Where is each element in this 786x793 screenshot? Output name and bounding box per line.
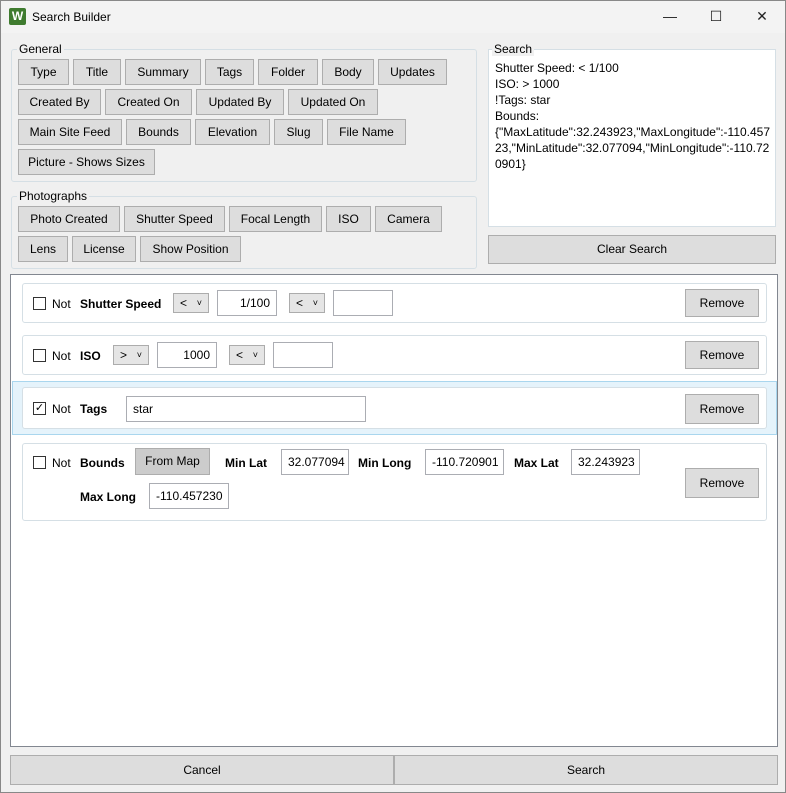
max-lat-label: Max Lat xyxy=(514,456,559,470)
remove-button[interactable]: Remove xyxy=(685,341,759,369)
maximize-button[interactable]: ☐ xyxy=(693,1,739,31)
not-label: Not xyxy=(52,349,71,363)
photographs-group-label: Photographs xyxy=(17,189,90,203)
general-tags-button[interactable]: Tags xyxy=(205,59,254,85)
general-title-button[interactable]: Title xyxy=(73,59,121,85)
search-builder-window: W Search Builder — ☐ ✕ General Type Titl… xyxy=(0,0,786,793)
max-long-input[interactable]: -110.457230 xyxy=(149,483,229,509)
app-icon: W xyxy=(9,8,26,25)
not-label: Not xyxy=(52,456,71,470)
filter-row-bounds: Not Bounds From Map Min Lat 32.077094 Mi… xyxy=(22,443,767,521)
photo-focal-length-button[interactable]: Focal Length xyxy=(229,206,322,232)
not-checkbox[interactable] xyxy=(33,456,46,469)
operator-select-2[interactable]: < ˅ xyxy=(229,345,265,365)
close-icon: ✕ xyxy=(756,7,768,24)
photo-lens-button[interactable]: Lens xyxy=(18,236,68,262)
general-folder-button[interactable]: Folder xyxy=(258,59,318,85)
search-preview-text: Shutter Speed: < 1/100 ISO: > 1000 !Tags… xyxy=(495,60,771,172)
max-lat-input[interactable]: 32.243923 xyxy=(571,449,640,475)
general-created-by-button[interactable]: Created By xyxy=(18,89,101,115)
remove-button[interactable]: Remove xyxy=(685,394,759,424)
not-checkbox[interactable] xyxy=(33,349,46,362)
cancel-button[interactable]: Cancel xyxy=(10,755,394,785)
search-preview: Shutter Speed: < 1/100 ISO: > 1000 !Tags… xyxy=(488,49,776,227)
remove-button[interactable]: Remove xyxy=(685,468,759,498)
minimize-icon: — xyxy=(663,8,677,24)
operator-select-1[interactable]: < ˅ xyxy=(173,293,209,313)
tags-input[interactable]: star xyxy=(126,396,366,422)
value-input-2[interactable] xyxy=(333,290,393,316)
operator-select-2[interactable]: < ˅ xyxy=(289,293,325,313)
min-lat-label: Min Lat xyxy=(225,456,267,470)
from-map-button[interactable]: From Map xyxy=(135,448,210,475)
search-line: Bounds: xyxy=(495,109,540,123)
search-line: !Tags: star xyxy=(495,93,551,107)
general-elevation-button[interactable]: Elevation xyxy=(195,119,270,145)
general-body-button[interactable]: Body xyxy=(322,59,374,85)
min-long-input[interactable]: -110.720901 xyxy=(425,449,504,475)
filter-list: Not Shutter Speed < ˅ 1/100 < ˅ Remove Not… xyxy=(10,274,778,747)
general-type-button[interactable]: Type xyxy=(18,59,69,85)
search-line: {"MaxLatitude":32.243923,"MaxLongitude":… xyxy=(495,125,771,171)
close-button[interactable]: ✕ xyxy=(739,1,785,31)
search-button[interactable]: Search xyxy=(394,755,778,785)
filter-name: ISO xyxy=(80,349,101,363)
not-checkbox[interactable] xyxy=(33,297,46,310)
general-slug-button[interactable]: Slug xyxy=(274,119,323,145)
photo-shutter-speed-button[interactable]: Shutter Speed xyxy=(124,206,225,232)
maximize-icon: ☐ xyxy=(709,7,723,24)
filter-name: Bounds xyxy=(80,456,125,470)
general-main-site-feed-button[interactable]: Main Site Feed xyxy=(18,119,122,145)
general-updated-by-button[interactable]: Updated By xyxy=(196,89,284,115)
checkmark-icon: ✓ xyxy=(34,402,45,414)
photo-iso-button[interactable]: ISO xyxy=(326,206,371,232)
general-updated-on-button[interactable]: Updated On xyxy=(288,89,378,115)
chevron-down-icon: ˅ xyxy=(312,298,318,308)
general-updates-button[interactable]: Updates xyxy=(378,59,447,85)
clear-search-button[interactable]: Clear Search xyxy=(488,235,776,264)
not-label: Not xyxy=(52,402,71,416)
photo-show-position-button[interactable]: Show Position xyxy=(140,236,241,262)
chevron-down-icon: ˅ xyxy=(196,298,202,308)
photo-camera-button[interactable]: Camera xyxy=(375,206,442,232)
title-bar: W Search Builder — ☐ ✕ xyxy=(1,1,785,33)
not-checkbox[interactable]: ✓ xyxy=(33,402,46,415)
value-input-1[interactable]: 1000 xyxy=(157,342,217,368)
general-created-on-button[interactable]: Created On xyxy=(105,89,192,115)
general-bounds-button[interactable]: Bounds xyxy=(126,119,191,145)
photo-license-button[interactable]: License xyxy=(72,236,136,262)
min-long-label: Min Long xyxy=(358,456,412,470)
general-picture-shows-sizes-button[interactable]: Picture - Shows Sizes xyxy=(18,149,155,175)
remove-button[interactable]: Remove xyxy=(685,289,759,317)
filter-row-tags: ✓ Not Tags star Remove xyxy=(22,387,767,429)
window-title: Search Builder xyxy=(32,10,111,24)
filter-row-shutter-speed: Not Shutter Speed < ˅ 1/100 < ˅ Remove xyxy=(22,283,767,323)
filter-row-iso: Not ISO > ˅ 1000 < ˅ Remove xyxy=(22,335,767,375)
min-lat-input[interactable]: 32.077094 xyxy=(281,449,349,475)
search-line: ISO: > 1000 xyxy=(495,77,560,91)
max-long-label: Max Long xyxy=(80,490,136,504)
filter-name: Shutter Speed xyxy=(80,297,162,311)
general-group-label: General xyxy=(17,42,64,56)
photo-created-button[interactable]: Photo Created xyxy=(18,206,120,232)
operator-select-1[interactable]: > ˅ xyxy=(113,345,149,365)
not-label: Not xyxy=(52,297,71,311)
chevron-down-icon: ˅ xyxy=(252,350,258,360)
general-file-name-button[interactable]: File Name xyxy=(327,119,406,145)
minimize-button[interactable]: — xyxy=(647,1,693,31)
search-line: Shutter Speed: < 1/100 xyxy=(495,61,619,75)
search-group-label: Search xyxy=(492,42,535,56)
value-input-1[interactable]: 1/100 xyxy=(217,290,277,316)
filter-name: Tags xyxy=(80,402,108,416)
value-input-2[interactable] xyxy=(273,342,333,368)
general-summary-button[interactable]: Summary xyxy=(125,59,201,85)
chevron-down-icon: ˅ xyxy=(136,350,142,360)
